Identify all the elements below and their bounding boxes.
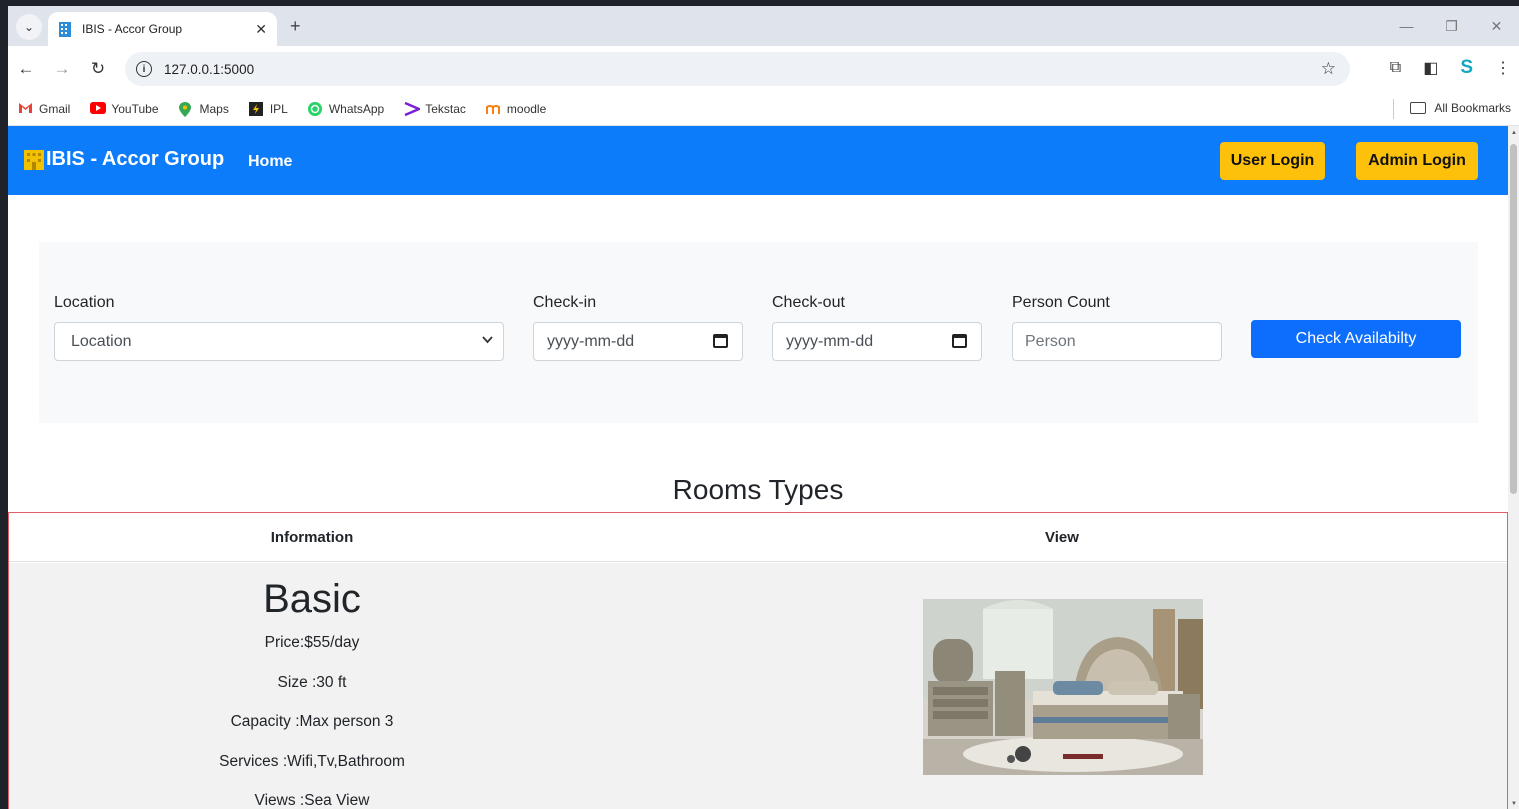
location-label: Location (54, 294, 115, 311)
ipl-icon (248, 102, 264, 116)
bookmark-moodle[interactable]: moodle (485, 101, 547, 116)
side-panel-icon[interactable]: ◧ (1423, 58, 1438, 78)
url-input[interactable]: i 127.0.0.1:5000 ☆ (125, 52, 1350, 86)
bookmark-label: YouTube (111, 101, 159, 116)
tekstac-icon (404, 101, 423, 117)
room-views: Views :Sea View (254, 792, 370, 809)
bookmark-label: Tekstac (425, 101, 466, 116)
moodle-icon (485, 102, 501, 115)
checkout-date-input[interactable]: yyyy-mm-dd (772, 322, 982, 361)
chevron-down-icon (482, 335, 493, 347)
bookmark-label: moodle (506, 101, 547, 116)
room-name: Basic (263, 577, 361, 621)
bookmark-whatsapp[interactable]: WhatsApp (307, 101, 385, 116)
bookmark-youtube[interactable]: YouTube (90, 101, 159, 116)
menu-kebab-icon[interactable]: ⋮ (1495, 58, 1511, 78)
room-size: Size :30 ft (277, 674, 347, 691)
bookmark-label: Gmail (39, 101, 71, 116)
calendar-icon[interactable] (952, 334, 967, 348)
scroll-up-icon[interactable]: ▲ (1511, 130, 1517, 136)
browser-window: ⌄ IBIS - Accor Group ✕ + — ❐ ✕ ← → ↻ i 1… (8, 6, 1519, 809)
checkin-date-input[interactable]: yyyy-mm-dd (533, 322, 743, 361)
section-title: Rooms Types (672, 474, 844, 505)
scroll-down-icon[interactable]: ▼ (1511, 801, 1517, 807)
reload-icon[interactable]: ↻ (80, 59, 116, 79)
room-services: Services :Wifi,Tv,Bathroom (219, 753, 405, 770)
all-bookmarks[interactable]: All Bookmarks (1410, 101, 1511, 115)
forward-icon[interactable]: → (44, 59, 80, 79)
checkin-label: Check-in (533, 294, 597, 311)
close-window-icon[interactable]: ✕ (1474, 6, 1519, 46)
tab-search-chevron-icon[interactable]: ⌄ (16, 14, 42, 40)
user-login-button[interactable]: User Login (1220, 142, 1325, 180)
table-row: Basic Price:$55/day Size :30 ft Capacity… (9, 563, 1507, 809)
all-bookmarks-label: All Bookmarks (1434, 101, 1511, 115)
page-scrollbar[interactable]: ▲ ▼ (1508, 126, 1519, 809)
checkin-placeholder: yyyy-mm-dd (547, 332, 635, 350)
nav-home-link[interactable]: Home (248, 153, 292, 171)
gmail-icon (18, 102, 33, 115)
column-header-information: Information (270, 529, 354, 546)
checkout-label: Check-out (772, 294, 845, 311)
person-count-input[interactable]: Person (1012, 322, 1222, 361)
admin-login-button[interactable]: Admin Login (1356, 142, 1478, 180)
browser-tab[interactable]: IBIS - Accor Group ✕ (48, 12, 277, 46)
bookmark-label: IPL (269, 101, 288, 116)
brand[interactable]: IBIS - Accor Group (24, 148, 224, 171)
whatsapp-icon (307, 102, 323, 116)
room-photo (923, 599, 1203, 775)
bookmark-label: WhatsApp (328, 101, 385, 116)
maps-icon (178, 102, 194, 117)
tab-close-icon[interactable]: ✕ (255, 21, 267, 38)
person-count-label: Person Count (1012, 294, 1110, 311)
bookmarks-bar: Gmail YouTube Maps IPL WhatsApp Tekstac … (8, 92, 1519, 126)
minimize-icon[interactable]: — (1384, 6, 1429, 46)
youtube-icon (90, 102, 107, 115)
site-info-icon[interactable]: i (136, 61, 152, 77)
tab-title: IBIS - Accor Group (82, 22, 183, 36)
check-availability-button[interactable]: Check Availabilty (1251, 320, 1461, 358)
hotel-building-icon (58, 21, 72, 37)
site-navbar: IBIS - Accor Group Home User Login Admin… (8, 126, 1508, 195)
brand-name: IBIS - Accor Group (46, 148, 225, 170)
page-viewport: IBIS - Accor Group Home User Login Admin… (8, 126, 1519, 809)
checkout-placeholder: yyyy-mm-dd (786, 332, 874, 350)
scrollbar-thumb[interactable] (1510, 144, 1517, 494)
extensions-icon[interactable]: ⧉ (1390, 59, 1401, 77)
bookmark-star-icon[interactable]: ☆ (1321, 59, 1336, 79)
bookmark-gmail[interactable]: Gmail (18, 102, 70, 116)
location-select-value: Location (71, 332, 132, 350)
rooms-table: Information View Basic Price:$55/day Siz… (8, 512, 1508, 809)
bookmarks-separator (1393, 99, 1394, 119)
hotel-logo-icon (24, 149, 44, 170)
bookmark-tekstac[interactable]: Tekstac (404, 101, 466, 117)
url-text: 127.0.0.1:5000 (164, 61, 255, 77)
bookmark-ipl[interactable]: IPL (248, 101, 288, 116)
address-bar: ← → ↻ i 127.0.0.1:5000 ☆ ⧉ ◧ S ⋮ (8, 46, 1519, 92)
folder-icon (1410, 102, 1427, 114)
room-capacity: Capacity :Max person 3 (230, 713, 394, 730)
bookmark-label: Maps (199, 101, 229, 116)
s-extension-icon[interactable]: S (1460, 57, 1473, 79)
calendar-icon[interactable] (713, 334, 728, 348)
back-icon[interactable]: ← (8, 59, 44, 79)
new-tab-icon[interactable]: + (290, 16, 301, 37)
tab-strip: ⌄ IBIS - Accor Group ✕ + — ❐ ✕ (8, 6, 1519, 46)
table-header-row: Information View (9, 513, 1507, 562)
bookmark-maps[interactable]: Maps (178, 101, 229, 117)
restore-icon[interactable]: ❐ (1429, 6, 1474, 46)
location-select[interactable]: Location (54, 322, 504, 361)
column-header-view: View (1045, 529, 1079, 546)
room-price: Price:$55/day (264, 634, 360, 651)
person-placeholder: Person (1025, 332, 1076, 350)
